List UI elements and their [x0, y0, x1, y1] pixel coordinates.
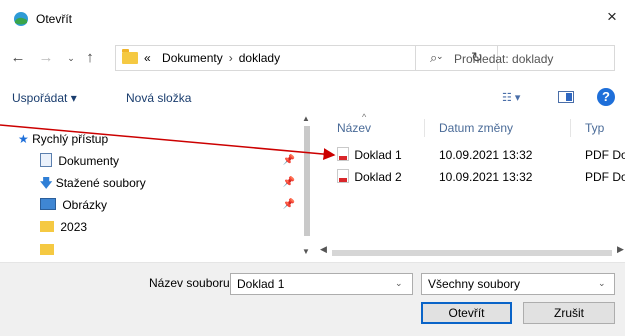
filename-field[interactable]: Doklad 1 ⌄: [230, 273, 413, 295]
chevron-down-icon[interactable]: ⌄: [598, 278, 606, 289]
filename-label: Název souboru:: [149, 276, 234, 290]
filetype-value: Všechny soubory: [428, 277, 521, 291]
cancel-button[interactable]: Zrušit: [523, 302, 615, 324]
open-button[interactable]: Otevřít: [421, 302, 512, 324]
chevron-down-icon[interactable]: ⌄: [395, 278, 403, 289]
filename-value: Doklad 1: [237, 277, 285, 291]
filetype-select[interactable]: Všechny soubory ⌄: [421, 273, 615, 295]
